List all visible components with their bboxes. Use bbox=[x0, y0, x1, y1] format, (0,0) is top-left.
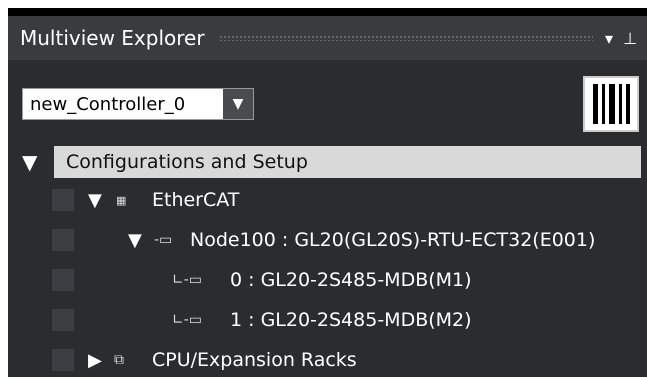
panel-toolbar: new_Controller_0 ▼ bbox=[8, 60, 647, 144]
tree-item-ethercat[interactable]: ▼ ▦ EtherCAT bbox=[8, 180, 647, 220]
pin-icon[interactable]: ⊥ bbox=[623, 29, 637, 48]
tree-item-configurations[interactable]: ▼ Configurations and Setup bbox=[8, 144, 647, 180]
tree-item-label: Configurations and Setup bbox=[66, 151, 308, 173]
chevron-down-icon[interactable]: ▾ bbox=[605, 29, 613, 48]
expand-toggle-icon[interactable]: ▶ bbox=[88, 350, 102, 371]
panel-titlebar: Multiview Explorer ▾ ⊥ bbox=[8, 16, 647, 60]
tree-view: ▼ Configurations and Setup ▼ ▦ EtherCAT … bbox=[8, 144, 647, 377]
tree-item-module-m2[interactable]: ∟-▭ 1 : GL20-2S485-MDB(M2) bbox=[8, 300, 647, 340]
row-marker bbox=[52, 189, 74, 211]
panel-title: Multiview Explorer bbox=[20, 26, 205, 50]
expand-toggle-icon[interactable]: ▼ bbox=[128, 230, 142, 251]
chevron-down-icon[interactable]: ▼ bbox=[223, 89, 253, 119]
tree-item-label: Node100 : GL20(GL20S)-RTU-ECT32(E001) bbox=[190, 229, 596, 251]
module-icon: ∟-▭ bbox=[172, 272, 203, 288]
expand-toggle-icon[interactable]: ▼ bbox=[22, 150, 37, 174]
rack-icon: ⧉ bbox=[114, 352, 124, 368]
tree-item-label: 1 : GL20-2S485-MDB(M2) bbox=[230, 309, 472, 331]
tree-item-node100[interactable]: ▼ -▭ Node100 : GL20(GL20S)-RTU-ECT32(E00… bbox=[8, 220, 647, 260]
controller-thumbnail-icon bbox=[583, 76, 639, 132]
tree-item-cpu-racks[interactable]: ▶ ⧉ CPU/Expansion Racks bbox=[8, 340, 647, 380]
tree-item-label: 0 : GL20-2S485-MDB(M1) bbox=[230, 269, 472, 291]
tree-item-module-m1[interactable]: ∟-▭ 0 : GL20-2S485-MDB(M1) bbox=[8, 260, 647, 300]
drag-grip[interactable] bbox=[218, 35, 594, 41]
ethercat-icon: ▦ bbox=[116, 193, 127, 207]
controller-select-value: new_Controller_0 bbox=[30, 93, 186, 115]
tree-item-label: EtherCAT bbox=[152, 189, 240, 211]
node-icon: -▭ bbox=[154, 232, 173, 248]
controller-select[interactable]: new_Controller_0 ▼ bbox=[22, 88, 254, 120]
expand-toggle-icon[interactable]: ▼ bbox=[88, 190, 102, 211]
row-marker bbox=[52, 229, 74, 251]
tree-item-label: CPU/Expansion Racks bbox=[152, 349, 357, 371]
module-icon: ∟-▭ bbox=[172, 312, 203, 328]
row-marker bbox=[52, 309, 74, 331]
multiview-explorer-panel: Multiview Explorer ▾ ⊥ new_Controller_0 … bbox=[8, 8, 647, 377]
row-marker bbox=[52, 349, 74, 371]
row-marker bbox=[52, 269, 74, 291]
